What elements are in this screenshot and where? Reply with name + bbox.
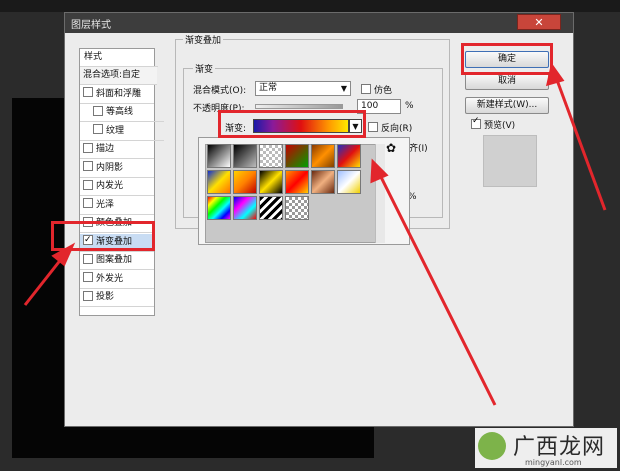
annotation-arrows <box>23 62 607 406</box>
watermark-subtext: mingyanl.com <box>525 458 582 467</box>
arrow-to-gradient-overlay <box>23 257 64 306</box>
watermark-logo <box>478 432 506 460</box>
watermark-text: 广西龙网 <box>513 435 606 460</box>
arrow-head-gradient-overlay <box>51 242 76 267</box>
arrow-to-ok-button <box>555 79 607 211</box>
arrow-head-gradient-popup <box>370 158 389 184</box>
arrow-head-ok-button <box>545 62 565 87</box>
arrow-to-gradient-popup <box>378 174 497 406</box>
